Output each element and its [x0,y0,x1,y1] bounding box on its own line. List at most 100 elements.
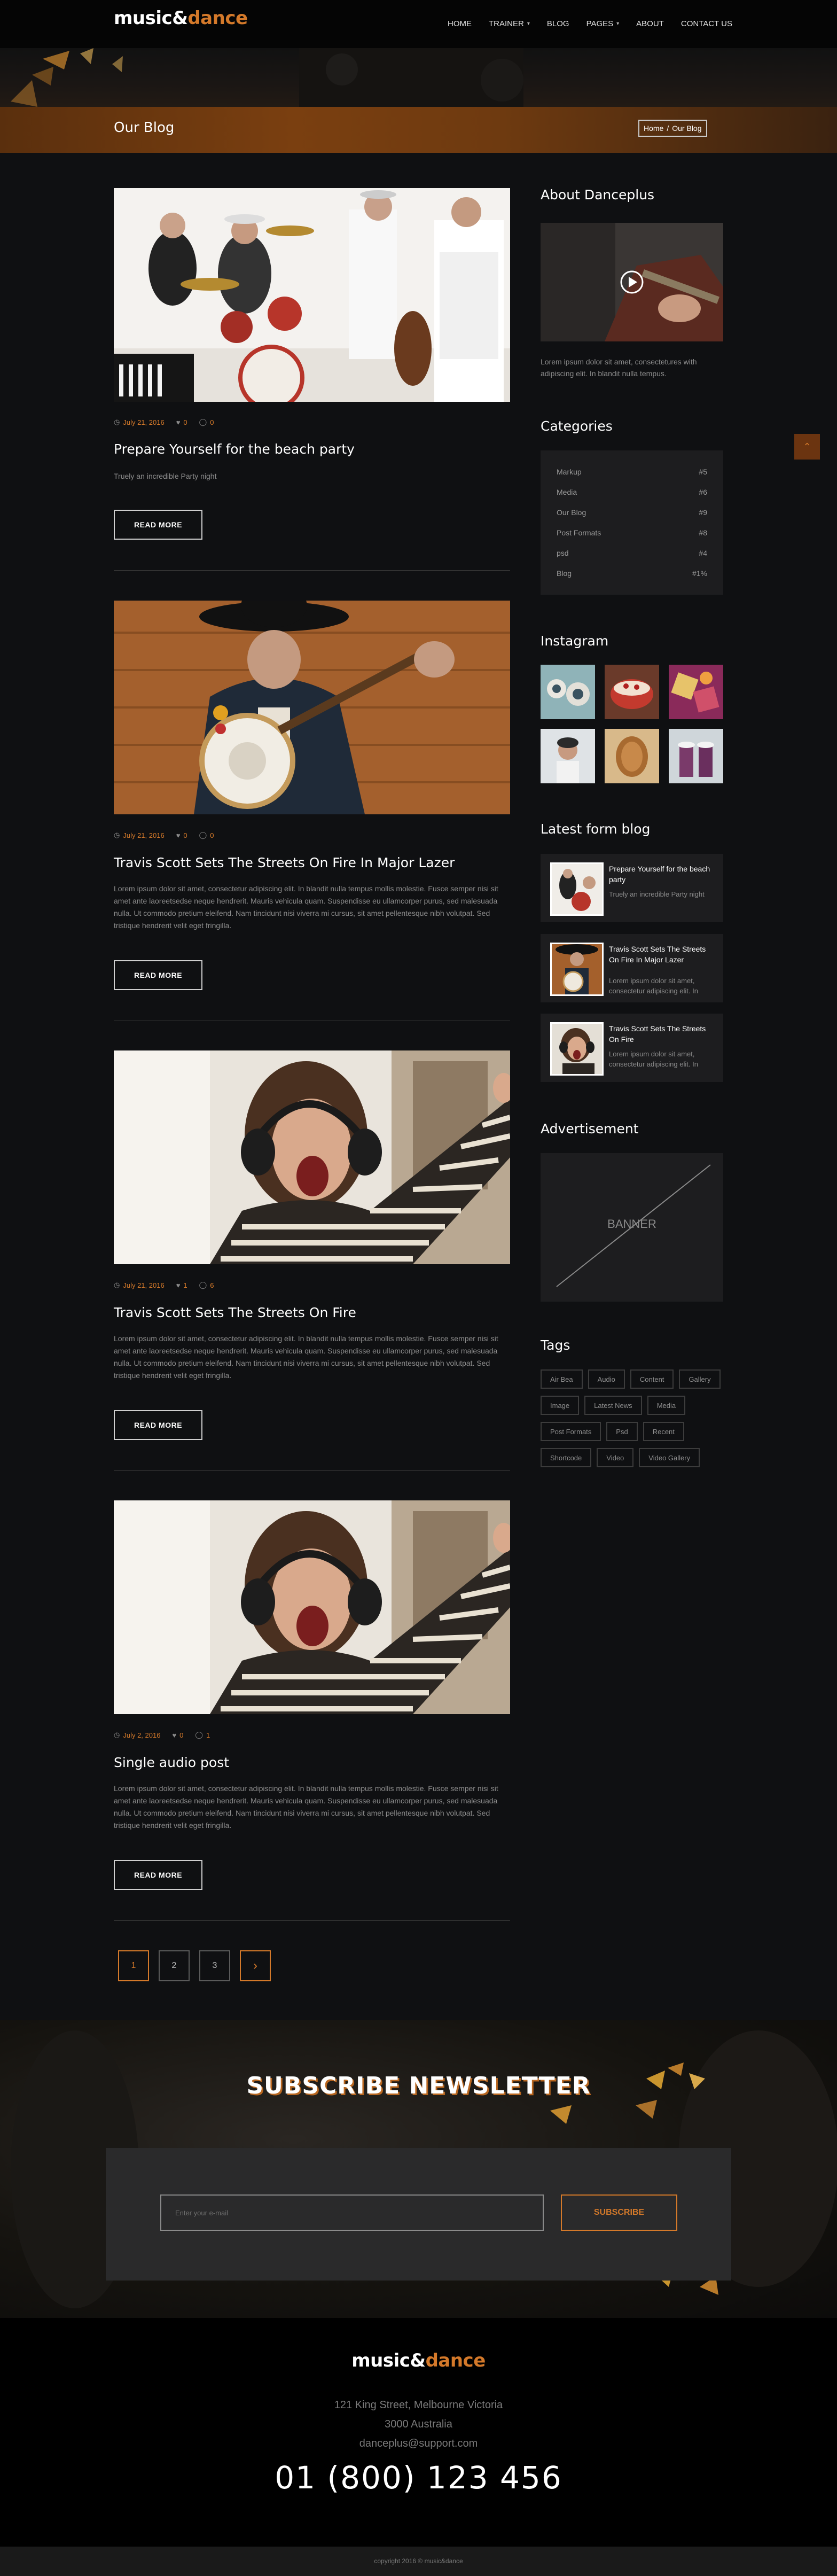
instagram-photo[interactable] [541,729,595,783]
clock-icon: ◷ [114,418,120,426]
tag-link[interactable]: Shortcode [541,1448,592,1467]
post-title[interactable]: Single audio post [114,1755,229,1770]
guitar-photo [541,223,723,341]
tag-link[interactable]: Media [647,1396,686,1415]
scroll-to-top-button[interactable]: ⌃ [794,434,820,460]
post-comments[interactable]: ◯ 0 [199,418,214,426]
band-photo [114,188,510,402]
category-item[interactable]: Media #6 [557,488,707,496]
footer-logo[interactable]: music&dance [0,2350,837,2371]
nav-item-about[interactable]: ABOUT [628,17,672,30]
breadcrumb-home[interactable]: Home [644,124,663,133]
nav-label: CONTACT US [680,19,732,28]
ad-banner[interactable]: BANNER [541,1153,723,1302]
tag-link[interactable]: Gallery [679,1369,721,1389]
tag-link[interactable]: Recent [643,1422,684,1441]
latest-post-item[interactable]: Travis Scott Sets The Streets On Fire Lo… [541,1014,723,1082]
main-nav: HOME TRAINER ▾ BLOG PAGES ▾ ABOUT CONTACT … [439,17,741,30]
instagram-photo[interactable] [605,665,659,719]
tag-link[interactable]: Air Bea [541,1369,583,1389]
footer-address-line2: 3000 Australia [385,2418,452,2430]
read-more-button[interactable]: READ MORE [114,1410,202,1440]
post-image[interactable] [114,1500,510,1714]
category-item[interactable]: Markup #5 [557,468,707,476]
category-item[interactable]: Blog #1% [557,569,707,578]
pagination: 1 2 3 › [118,1950,271,1981]
nav-item-pages[interactable]: PAGES ▾ [578,17,628,30]
instagram-photo[interactable] [669,729,723,783]
breadcrumb-current: Our Blog [672,124,702,133]
latest-post-thumb [550,1022,604,1076]
post-title[interactable]: Travis Scott Sets The Streets On Fire In… [114,855,455,870]
read-more-button[interactable]: READ MORE [114,510,202,540]
post-likes[interactable]: ♥ 0 [172,1731,183,1739]
next-page-button[interactable]: › [240,1950,271,1981]
post-likes[interactable]: ♥ 0 [176,831,187,839]
nav-item-home[interactable]: HOME [439,17,480,30]
post-comments[interactable]: ◯ 1 [195,1731,210,1739]
tag-link[interactable]: Content [630,1369,674,1389]
instagram-photo[interactable] [541,665,595,719]
logo-text-accent: dance [187,7,248,29]
category-item[interactable]: psd #4 [557,549,707,557]
category-name: Our Blog [557,508,586,517]
post-title[interactable]: Prepare Yourself for the beach party [114,441,355,457]
post-date: ◷ July 21, 2016 [114,418,165,426]
tag-link[interactable]: Video Gallery [639,1448,700,1467]
about-heading: About Danceplus [541,187,655,203]
about-video[interactable] [541,223,723,341]
post-likes[interactable]: ♥ 1 [176,1281,187,1289]
latest-post-title: Travis Scott Sets The Streets On Fire In… [609,945,706,964]
nav-label: ABOUT [636,19,664,28]
post-date: ◷ July 21, 2016 [114,1281,165,1289]
post-title[interactable]: Travis Scott Sets The Streets On Fire [114,1305,356,1320]
page-2-button[interactable]: 2 [159,1950,190,1981]
latest-post-text: Lorem ipsum dolor sit amet, consectetur … [609,1050,698,1068]
comment-icon: ◯ [199,418,207,426]
post-divider [114,1920,510,1921]
category-name: Blog [557,569,572,578]
instagram-photo[interactable] [605,729,659,783]
latest-post-item[interactable]: Prepare Yourself for the beach party Tru… [541,854,723,922]
read-more-button[interactable]: READ MORE [114,1860,202,1890]
post-date: ◷ July 21, 2016 [114,831,165,839]
categories-heading: Categories [541,418,613,434]
page-3-button[interactable]: 3 [199,1950,230,1981]
logo-ampersand: & [172,7,188,29]
hero-banner [0,48,837,107]
tag-link[interactable]: Post Formats [541,1422,601,1441]
nav-item-contact[interactable]: CONTACT US [672,17,741,30]
post-comments[interactable]: ◯ 0 [199,831,214,839]
latest-post-title: Travis Scott Sets The Streets On Fire [609,1024,706,1044]
nav-label: TRAINER [489,19,524,28]
tag-link[interactable]: Image [541,1396,580,1415]
category-item[interactable]: Post Formats #8 [557,528,707,537]
tag-link[interactable]: Audio [588,1369,625,1389]
footer-email[interactable]: danceplus@support.com [0,2438,837,2450]
latest-post-item[interactable]: Travis Scott Sets The Streets On Fire In… [541,934,723,1002]
category-count: #1% [692,569,707,578]
post-image[interactable] [114,188,510,402]
tag-link[interactable]: Psd [606,1422,638,1441]
post-comments[interactable]: ◯ 6 [199,1281,214,1289]
post-comments-value: 0 [210,831,214,839]
post-image[interactable] [114,1050,510,1264]
post-date-value: July 2, 2016 [123,1731,161,1739]
newsletter-email-input[interactable] [160,2194,544,2231]
footer-phone[interactable]: 01 (800) 123 456 [0,2460,837,2496]
category-item[interactable]: Our Blog #9 [557,508,707,517]
post-date: ◷ July 2, 2016 [114,1731,160,1739]
footer-address-line1: 121 King Street, Melbourne Victoria [334,2399,503,2411]
post-likes[interactable]: ♥ 0 [176,418,187,426]
post-meta: ◷ July 21, 2016 ♥ 0 ◯ 0 [114,418,214,426]
read-more-button[interactable]: READ MORE [114,960,202,990]
page-1-button[interactable]: 1 [118,1950,149,1981]
nav-item-trainer[interactable]: TRAINER ▾ [480,17,538,30]
tag-link[interactable]: Latest News [584,1396,642,1415]
tag-link[interactable]: Video [597,1448,634,1467]
post-image[interactable] [114,601,510,814]
nav-item-blog[interactable]: BLOG [538,17,578,30]
instagram-photo[interactable] [669,665,723,719]
site-logo[interactable]: music&dance [114,7,248,29]
subscribe-button[interactable]: SUBSCRIBE [561,2194,677,2231]
